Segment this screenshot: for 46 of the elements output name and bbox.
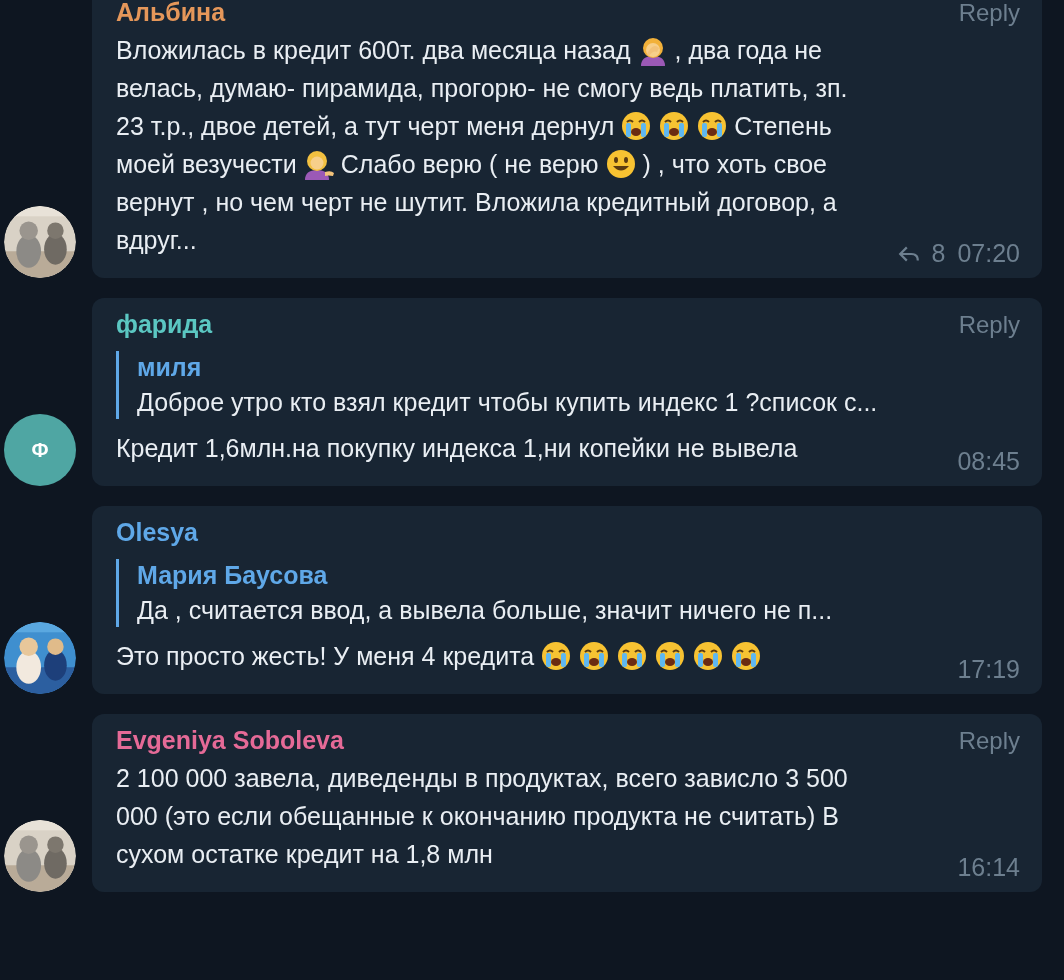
reply-button[interactable]: Reply: [958, 310, 1020, 339]
smiling-face-icon: [604, 148, 637, 180]
message-text: Вложилась в кредит 600т. два месяца назад: [116, 35, 631, 65]
message-text: Степень: [734, 111, 832, 141]
quoted-message[interactable]: Мария Баусова Да , считается ввод, а вывела больше, значит ничего не п...: [116, 559, 1020, 627]
author-name[interactable]: фарида: [116, 310, 213, 339]
reply-button[interactable]: Reply: [958, 726, 1020, 755]
crying-face-icon: [620, 110, 653, 142]
author-name[interactable]: Альбина: [116, 0, 226, 27]
quoted-message[interactable]: миля Доброе утро кто взял кредит чтобы купить индекс 1 ?список с...: [116, 351, 1020, 419]
quote-author: миля: [137, 353, 203, 382]
message-text: вдруг...: [116, 225, 197, 255]
message-text: сухом остатке кредит на 1,8 млн: [116, 839, 493, 869]
message-text: вернут , но чем черт не шутит. Вложила кредитный договор, а: [116, 187, 837, 217]
message-text: ) , что хоть свое: [642, 149, 827, 179]
crying-face-icon: [616, 640, 649, 672]
crying-face-icon: [578, 640, 611, 672]
message-time: 17:19: [957, 655, 1020, 684]
message-text: 23 т.р., двое детей, а тут черт меня дернул: [116, 111, 615, 141]
message-text: Слабо верю ( не верю: [340, 149, 599, 179]
avatar: Ф: [4, 414, 76, 486]
quote-text: Да , считается ввод, а вывела больше, значит ничего не п...: [137, 596, 834, 625]
message-text: 000 (это если обещанные к окончанию продукта не считать) В: [116, 801, 839, 831]
reply-count: 8: [931, 239, 946, 268]
author-name[interactable]: Olesya: [116, 518, 198, 547]
tipping-hand-person-icon: [302, 148, 335, 180]
crying-face-icon: [654, 640, 687, 672]
message-time: 08:45: [957, 447, 1020, 476]
crying-face-icon: [696, 110, 729, 142]
crying-face-icon: [730, 640, 763, 672]
message-text: Кредит 1,6млн.на покупку индекса 1,ни копейки не вывела: [116, 433, 798, 463]
message-time: 07:20: [957, 239, 1020, 268]
message-time: 16:14: [957, 853, 1020, 882]
crying-face-icon: [540, 640, 573, 672]
crying-face-icon: [658, 110, 691, 142]
message-text: моей везучести: [116, 149, 297, 179]
message-text: 2 100 000 завела, диведенды в продуктах, всего зависло 3 500: [116, 763, 848, 793]
quote-text: Доброе утро кто взял кредит чтобы купить индекс 1 ?список с...: [137, 388, 879, 417]
quote-author: Мария Баусова: [137, 561, 329, 590]
reply-button[interactable]: Reply: [958, 0, 1020, 27]
message-text: , два года не: [674, 35, 822, 65]
author-name[interactable]: Evgeniya Soboleva: [116, 726, 344, 755]
message-text: велась, думаю- пирамида, прогорю- не смогу ведь платить, зп.: [116, 73, 848, 103]
crying-face-icon: [692, 640, 725, 672]
message-text: Это просто жесть! У меня 4 кредита: [116, 641, 535, 671]
reply-arrow-icon: [897, 244, 920, 263]
